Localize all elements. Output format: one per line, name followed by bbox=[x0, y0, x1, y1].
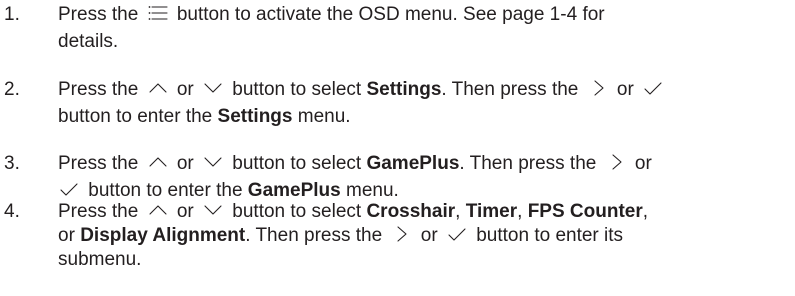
step-1-line-1: Press the button to activate the OSD men… bbox=[58, 4, 605, 25]
down-chevron-icon bbox=[202, 79, 224, 97]
menu-name-settings: Settings bbox=[366, 79, 442, 100]
menu-name-crosshair: Crosshair bbox=[366, 201, 456, 222]
checkmark-icon bbox=[642, 79, 664, 97]
menu-name-timer: Timer bbox=[465, 201, 518, 222]
step-4-line-3: submenu. bbox=[58, 249, 142, 270]
up-chevron-icon bbox=[147, 153, 169, 171]
menu-name-fps-counter: FPS Counter bbox=[527, 201, 643, 222]
right-chevron-icon bbox=[605, 153, 627, 171]
step-number: 3. bbox=[4, 153, 20, 174]
step-number: 1. bbox=[4, 4, 20, 25]
menu-lines-icon bbox=[147, 4, 169, 22]
down-chevron-icon bbox=[202, 153, 224, 171]
step-4-line-1: Press the or button to select Crosshair,… bbox=[58, 201, 649, 222]
step-number: 2. bbox=[4, 79, 20, 100]
menu-name-settings: Settings bbox=[217, 106, 293, 127]
menu-name-display-alignment: Display Alignment bbox=[80, 225, 246, 246]
up-chevron-icon bbox=[147, 79, 169, 97]
step-4-line-2: or Display Alignment. Then press the or … bbox=[58, 225, 624, 246]
right-chevron-icon bbox=[390, 225, 412, 243]
menu-name-gameplus: GamePlus bbox=[247, 180, 341, 201]
right-chevron-icon bbox=[587, 79, 609, 97]
step-3-line-1: Press the or button to select GamePlus. … bbox=[58, 153, 652, 174]
step-2-line-1: Press the or button to select Settings. … bbox=[58, 78, 793, 102]
menu-name-gameplus: GamePlus bbox=[366, 153, 460, 174]
step-2-line-2: button to enter the Settings menu. bbox=[58, 106, 351, 127]
step-number: 4. bbox=[4, 201, 20, 222]
step-1-line-2: details. bbox=[58, 31, 119, 52]
checkmark-icon bbox=[58, 180, 80, 198]
down-chevron-icon bbox=[202, 201, 224, 219]
checkmark-icon bbox=[446, 225, 468, 243]
up-chevron-icon bbox=[147, 201, 169, 219]
page-reference-link[interactable]: page 1-4 bbox=[502, 4, 577, 25]
